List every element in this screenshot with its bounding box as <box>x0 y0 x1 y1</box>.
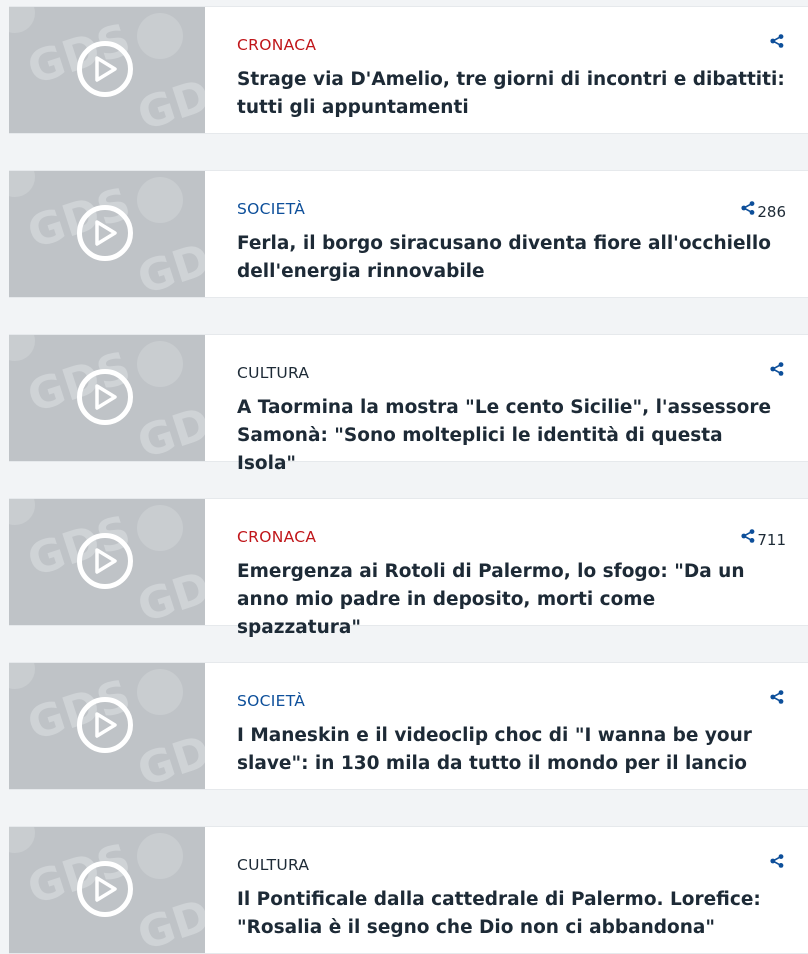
article-title[interactable]: Il Pontificale dalla cattedrale di Paler… <box>237 886 785 942</box>
share-button[interactable] <box>770 853 786 872</box>
article-card[interactable]: GDS GDS CRONACA Strage via D'Amelio, tre… <box>9 6 808 134</box>
share-button[interactable] <box>770 689 786 708</box>
thumbnail-watermark-circle <box>9 663 35 689</box>
play-icon[interactable] <box>77 369 133 425</box>
article-category[interactable]: CULTURA <box>237 856 309 874</box>
play-icon[interactable] <box>77 861 133 917</box>
article-category[interactable]: CRONACA <box>237 36 316 54</box>
video-thumbnail[interactable]: GDS GDS <box>9 827 205 953</box>
article-category[interactable]: SOCIETÀ <box>237 692 305 710</box>
thumbnail-watermark-circle <box>137 669 183 715</box>
video-thumbnail[interactable]: GDS GDS <box>9 663 205 789</box>
thumbnail-watermark: GDS <box>131 716 205 789</box>
thumbnail-watermark-circle <box>137 833 183 879</box>
play-icon[interactable] <box>77 533 133 589</box>
share-icon[interactable] <box>770 689 784 708</box>
article-title[interactable]: I Maneskin e il videoclip choc di "I wan… <box>237 722 785 778</box>
article-title[interactable]: Strage via D'Amelio, tre giorni di incon… <box>237 66 785 122</box>
video-thumbnail[interactable]: GDS GDS <box>9 171 205 297</box>
thumbnail-watermark: GDS <box>131 880 205 953</box>
thumbnail-watermark: GDS <box>131 60 205 133</box>
thumbnail-watermark-circle <box>9 827 35 853</box>
article-category[interactable]: SOCIETÀ <box>237 200 305 218</box>
article-card[interactable]: GDS GDS CRONACA Emergenza ai Rotoli di P… <box>9 498 808 638</box>
video-thumbnail[interactable]: GDS GDS <box>9 335 205 461</box>
thumbnail-watermark: GDS <box>131 388 205 461</box>
share-icon[interactable] <box>770 33 784 52</box>
share-icon[interactable] <box>770 361 784 380</box>
share-button[interactable]: 286 <box>741 197 786 221</box>
play-icon[interactable] <box>77 205 133 261</box>
thumbnail-watermark: GDS <box>131 224 205 297</box>
play-icon[interactable] <box>77 697 133 753</box>
article-category[interactable]: CRONACA <box>237 528 316 546</box>
share-icon[interactable] <box>741 528 755 547</box>
play-icon[interactable] <box>77 41 133 97</box>
article-title[interactable]: Emergenza ai Rotoli di Palermo, lo sfogo… <box>237 558 785 642</box>
share-count: 286 <box>757 203 786 221</box>
thumbnail-watermark-circle <box>9 7 35 33</box>
share-button[interactable] <box>770 33 786 52</box>
thumbnail-watermark: GDS <box>131 552 205 625</box>
article-card[interactable]: GDS GDS CULTURA Il Pontificale dalla cat… <box>9 826 808 954</box>
thumbnail-watermark-circle <box>137 177 183 223</box>
video-thumbnail[interactable]: GDS GDS <box>9 499 205 625</box>
thumbnail-watermark-circle <box>9 499 35 525</box>
article-category[interactable]: CULTURA <box>237 364 309 382</box>
share-icon[interactable] <box>741 200 755 219</box>
article-card[interactable]: GDS GDS SOCIETÀ Ferla, il borgo siracusa… <box>9 170 808 298</box>
share-button[interactable] <box>770 361 786 380</box>
share-count: 711 <box>757 531 786 549</box>
thumbnail-watermark-circle <box>9 335 35 361</box>
share-button[interactable]: 711 <box>741 525 786 549</box>
article-card[interactable]: GDS GDS SOCIETÀ I Maneskin e il videocli… <box>9 662 808 790</box>
video-thumbnail[interactable]: GDS GDS <box>9 7 205 133</box>
thumbnail-watermark-circle <box>137 341 183 387</box>
thumbnail-watermark-circle <box>9 171 35 197</box>
thumbnail-watermark-circle <box>137 505 183 551</box>
article-title[interactable]: A Taormina la mostra "Le cento Sicilie",… <box>237 394 785 478</box>
thumbnail-watermark-circle <box>137 13 183 59</box>
share-icon[interactable] <box>770 853 784 872</box>
article-card[interactable]: GDS GDS CULTURA A Taormina la mostra "Le… <box>9 334 808 474</box>
article-title[interactable]: Ferla, il borgo siracusano diventa fiore… <box>237 230 785 286</box>
